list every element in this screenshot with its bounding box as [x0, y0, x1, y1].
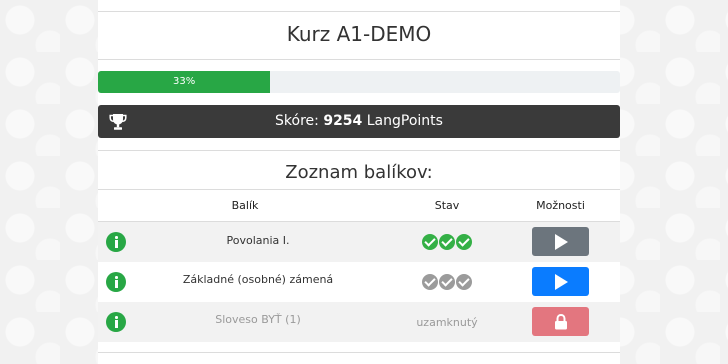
status-checks: [402, 273, 492, 291]
divider: [98, 189, 620, 190]
info-icon[interactable]: [106, 232, 126, 252]
column-header-package: Balík: [231, 199, 259, 212]
locked-button[interactable]: [532, 307, 589, 336]
info-icon[interactable]: [106, 312, 126, 332]
score-bar: Skóre: 9254 LangPoints: [98, 105, 620, 138]
column-header-options: Možnosti: [536, 199, 585, 212]
package-name: Základné (osobné) zámená: [182, 273, 334, 286]
status-text: uzamknutý: [416, 316, 478, 329]
play-icon: [555, 274, 568, 290]
score-value: 9254: [323, 113, 363, 129]
check-icon: [456, 274, 472, 290]
check-icon: [422, 274, 438, 290]
package-list-title: Zoznam balíkov:: [285, 162, 433, 183]
divider: [98, 150, 620, 151]
progress-fill: 33%: [98, 71, 271, 93]
play-button[interactable]: [532, 267, 589, 296]
score-text: Skóre: 9254 LangPoints: [98, 105, 620, 138]
table-row: Povolania I.: [98, 222, 620, 262]
check-icon: [439, 274, 455, 290]
column-header-status: Stav: [434, 199, 460, 212]
course-progress-bar: 33%: [98, 71, 620, 93]
lock-icon: [555, 314, 567, 330]
score-label: Skóre:: [275, 113, 319, 129]
play-button[interactable]: [532, 227, 589, 256]
info-icon[interactable]: [106, 272, 126, 292]
status-checks: [402, 233, 492, 251]
check-icon: [456, 234, 472, 250]
table-row: Sloveso BYŤ (1) uzamknutý: [98, 302, 620, 342]
check-icon: [439, 234, 455, 250]
package-name: Sloveso BYŤ (1): [215, 313, 301, 326]
divider: [98, 59, 620, 60]
score-unit: LangPoints: [366, 113, 443, 129]
table-row: Základné (osobné) zámená: [98, 262, 620, 302]
play-icon: [555, 234, 568, 250]
course-title: Kurz A1-DEMO: [286, 22, 432, 46]
divider: [98, 11, 620, 12]
divider: [98, 352, 620, 353]
check-icon: [422, 234, 438, 250]
package-name: Povolania I.: [226, 234, 290, 247]
course-card: Kurz A1-DEMO 33% Skóre: 9254 LangPoints …: [98, 0, 620, 364]
